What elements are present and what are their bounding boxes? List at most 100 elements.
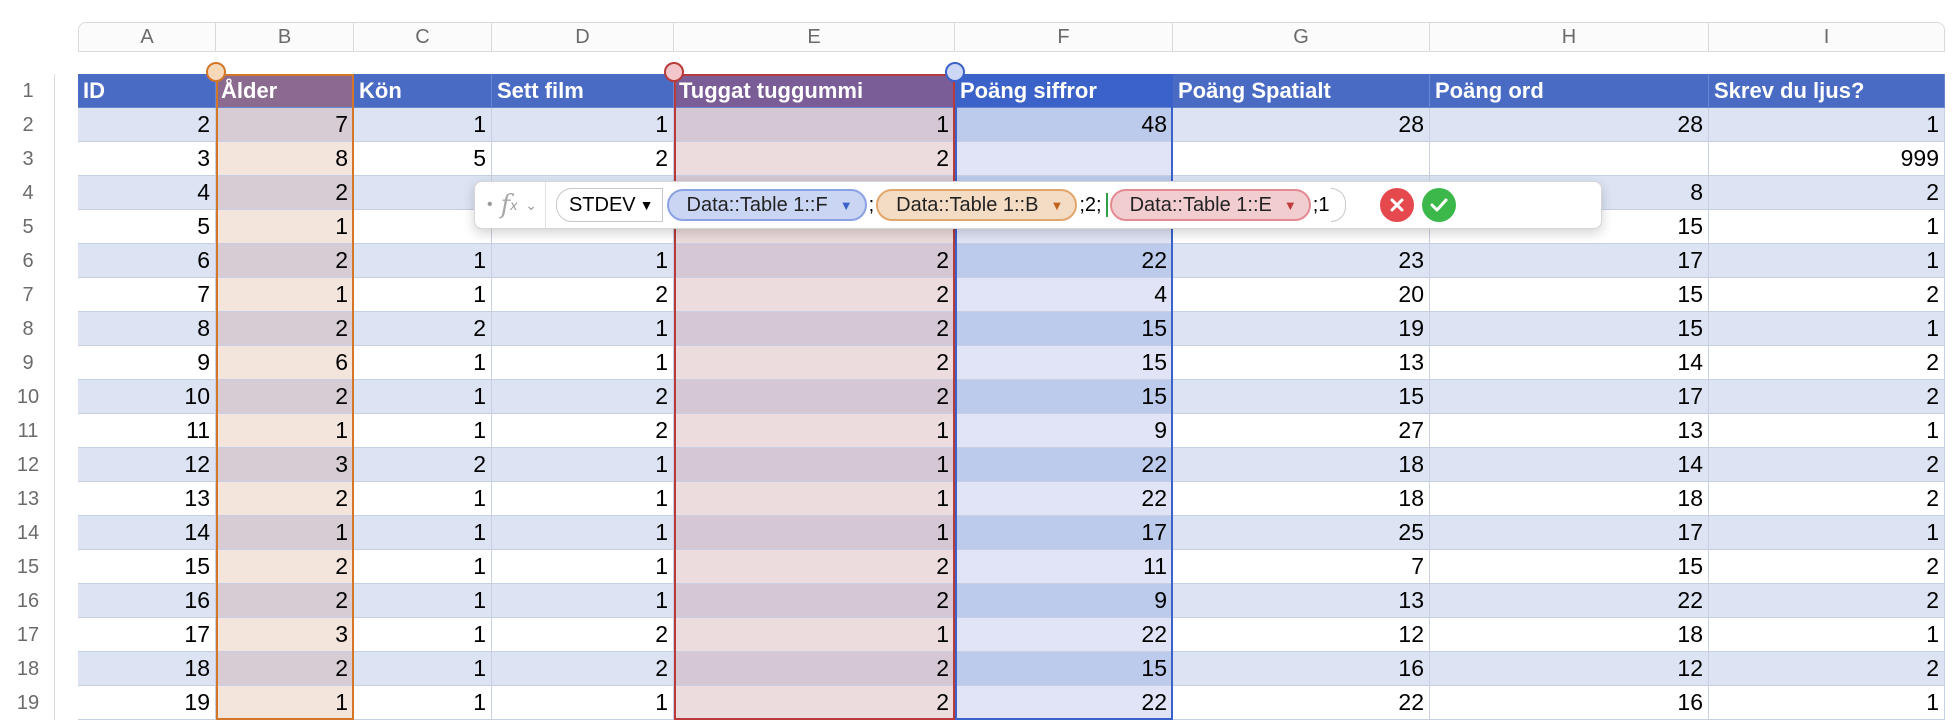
table-header-cell[interactable]: Tuggat tuggummi bbox=[674, 74, 955, 108]
table-cell[interactable]: 18 bbox=[1173, 482, 1430, 516]
table-cell[interactable]: 22 bbox=[955, 448, 1173, 482]
table-cell[interactable]: 2 bbox=[674, 380, 955, 414]
table-cell[interactable]: 17 bbox=[1430, 516, 1709, 550]
table-cell[interactable]: 2 bbox=[216, 176, 354, 210]
table-cell[interactable]: 22 bbox=[1430, 584, 1709, 618]
row-header-10[interactable]: 10 bbox=[6, 380, 50, 414]
table-cell[interactable]: 1 bbox=[216, 686, 354, 720]
chevron-down-icon[interactable]: ▼ bbox=[840, 198, 853, 213]
row-header-4[interactable]: 4 bbox=[6, 176, 50, 210]
accept-button[interactable] bbox=[1422, 188, 1457, 222]
table-cell[interactable]: 5 bbox=[78, 210, 216, 244]
table-cell[interactable]: 16 bbox=[1173, 652, 1430, 686]
table-cell[interactable] bbox=[955, 142, 1173, 176]
table-cell[interactable]: 4 bbox=[955, 278, 1173, 312]
table-cell[interactable]: 2 bbox=[354, 312, 492, 346]
table-cell[interactable]: 2 bbox=[674, 686, 955, 720]
table-header-cell[interactable]: Skrev du ljus? bbox=[1709, 74, 1945, 108]
table-cell[interactable]: 2 bbox=[78, 108, 216, 142]
row-header-8[interactable]: 8 bbox=[6, 312, 50, 346]
argument-column-e[interactable]: Data::Table 1::E ▼ bbox=[1109, 189, 1311, 221]
table-header-cell[interactable]: Ålder bbox=[216, 74, 354, 108]
table-cell[interactable] bbox=[354, 176, 492, 210]
row-header-17[interactable]: 17 bbox=[6, 618, 50, 652]
table-cell[interactable]: 2 bbox=[492, 652, 674, 686]
table-cell[interactable]: 2 bbox=[1709, 448, 1945, 482]
table-cell[interactable]: 22 bbox=[1173, 686, 1430, 720]
table-cell[interactable]: 1 bbox=[1709, 414, 1945, 448]
table-cell[interactable]: 2 bbox=[216, 380, 354, 414]
row-header-1[interactable]: 1 bbox=[6, 74, 50, 108]
table-cell[interactable]: 1 bbox=[354, 346, 492, 380]
table-cell[interactable]: 15 bbox=[1173, 380, 1430, 414]
column-header-f[interactable]: F bbox=[955, 22, 1173, 52]
row-header-14[interactable]: 14 bbox=[6, 516, 50, 550]
table-cell[interactable]: 1 bbox=[674, 448, 955, 482]
row-header-15[interactable]: 15 bbox=[6, 550, 50, 584]
table-cell[interactable]: 23 bbox=[1173, 244, 1430, 278]
table-cell[interactable]: 2 bbox=[1709, 482, 1945, 516]
formula-editor[interactable]: • fx ⌄ STDEV ▼ Data::Table 1::F ▼ ; Data… bbox=[474, 181, 1602, 229]
table-cell[interactable]: 2 bbox=[354, 448, 492, 482]
column-header-g[interactable]: G bbox=[1173, 22, 1430, 52]
function-token[interactable]: STDEV ▼ bbox=[555, 188, 663, 222]
table-cell[interactable]: 48 bbox=[955, 108, 1173, 142]
table-cell[interactable]: 2 bbox=[674, 550, 955, 584]
table-cell[interactable]: 16 bbox=[1430, 686, 1709, 720]
table-cell[interactable]: 2 bbox=[1709, 346, 1945, 380]
table-cell[interactable]: 1 bbox=[492, 346, 674, 380]
row-header-2[interactable]: 2 bbox=[6, 108, 50, 142]
table-cell[interactable]: 19 bbox=[1173, 312, 1430, 346]
table-cell[interactable]: 13 bbox=[78, 482, 216, 516]
row-header-18[interactable]: 18 bbox=[6, 652, 50, 686]
column-e-reference-handle[interactable] bbox=[664, 62, 684, 82]
column-header-h[interactable]: H bbox=[1430, 22, 1709, 52]
table-cell[interactable]: 1 bbox=[674, 516, 955, 550]
function-menu[interactable]: • fx ⌄ bbox=[475, 182, 546, 228]
table-cell[interactable]: 1 bbox=[674, 618, 955, 652]
row-header-19[interactable]: 19 bbox=[6, 686, 50, 720]
table-cell[interactable]: 1 bbox=[354, 108, 492, 142]
row-header-13[interactable]: 13 bbox=[6, 482, 50, 516]
table-cell[interactable]: 2 bbox=[674, 312, 955, 346]
table-cell[interactable]: 7 bbox=[1173, 550, 1430, 584]
table-header-cell[interactable]: Kön bbox=[354, 74, 492, 108]
table-cell[interactable]: 1 bbox=[1709, 516, 1945, 550]
table-cell[interactable]: 1 bbox=[492, 448, 674, 482]
table-cell[interactable]: 1 bbox=[216, 414, 354, 448]
table-cell[interactable]: 1 bbox=[674, 482, 955, 516]
table-cell[interactable]: 17 bbox=[955, 516, 1173, 550]
table-cell[interactable]: 9 bbox=[955, 584, 1173, 618]
table-cell[interactable]: 14 bbox=[78, 516, 216, 550]
table-cell[interactable]: 4 bbox=[78, 176, 216, 210]
table-cell[interactable]: 27 bbox=[1173, 414, 1430, 448]
table-cell[interactable]: 10 bbox=[78, 380, 216, 414]
table-header-cell[interactable]: Poäng ord bbox=[1430, 74, 1709, 108]
table-cell[interactable]: 15 bbox=[78, 550, 216, 584]
table-cell[interactable]: 2 bbox=[1709, 652, 1945, 686]
table-cell[interactable]: 15 bbox=[1430, 312, 1709, 346]
table-cell[interactable]: 1 bbox=[354, 618, 492, 652]
table-cell[interactable]: 7 bbox=[78, 278, 216, 312]
table-cell[interactable]: 1 bbox=[354, 584, 492, 618]
table-cell[interactable]: 1 bbox=[674, 414, 955, 448]
table-cell[interactable]: 7 bbox=[216, 108, 354, 142]
table-cell[interactable]: 2 bbox=[1709, 176, 1945, 210]
chevron-down-icon[interactable]: ▼ bbox=[1050, 198, 1063, 213]
table-cell[interactable]: 18 bbox=[78, 652, 216, 686]
table-cell[interactable]: 2 bbox=[674, 278, 955, 312]
table-cell[interactable]: 3 bbox=[216, 448, 354, 482]
table-header-cell[interactable]: Poäng siffror bbox=[955, 74, 1173, 108]
argument-column-f[interactable]: Data::Table 1::F ▼ bbox=[666, 189, 867, 221]
table-cell[interactable]: 1 bbox=[354, 380, 492, 414]
table-cell[interactable]: 1 bbox=[1709, 244, 1945, 278]
table-cell[interactable]: 3 bbox=[78, 142, 216, 176]
table-cell[interactable]: 11 bbox=[78, 414, 216, 448]
table-cell[interactable]: 2 bbox=[1709, 380, 1945, 414]
table-cell[interactable]: 14 bbox=[1430, 346, 1709, 380]
table-cell[interactable] bbox=[1430, 142, 1709, 176]
table-cell[interactable]: 1 bbox=[216, 278, 354, 312]
table-cell[interactable] bbox=[354, 210, 492, 244]
table-cell[interactable]: 2 bbox=[492, 142, 674, 176]
chevron-down-icon[interactable]: ▼ bbox=[1284, 198, 1297, 213]
